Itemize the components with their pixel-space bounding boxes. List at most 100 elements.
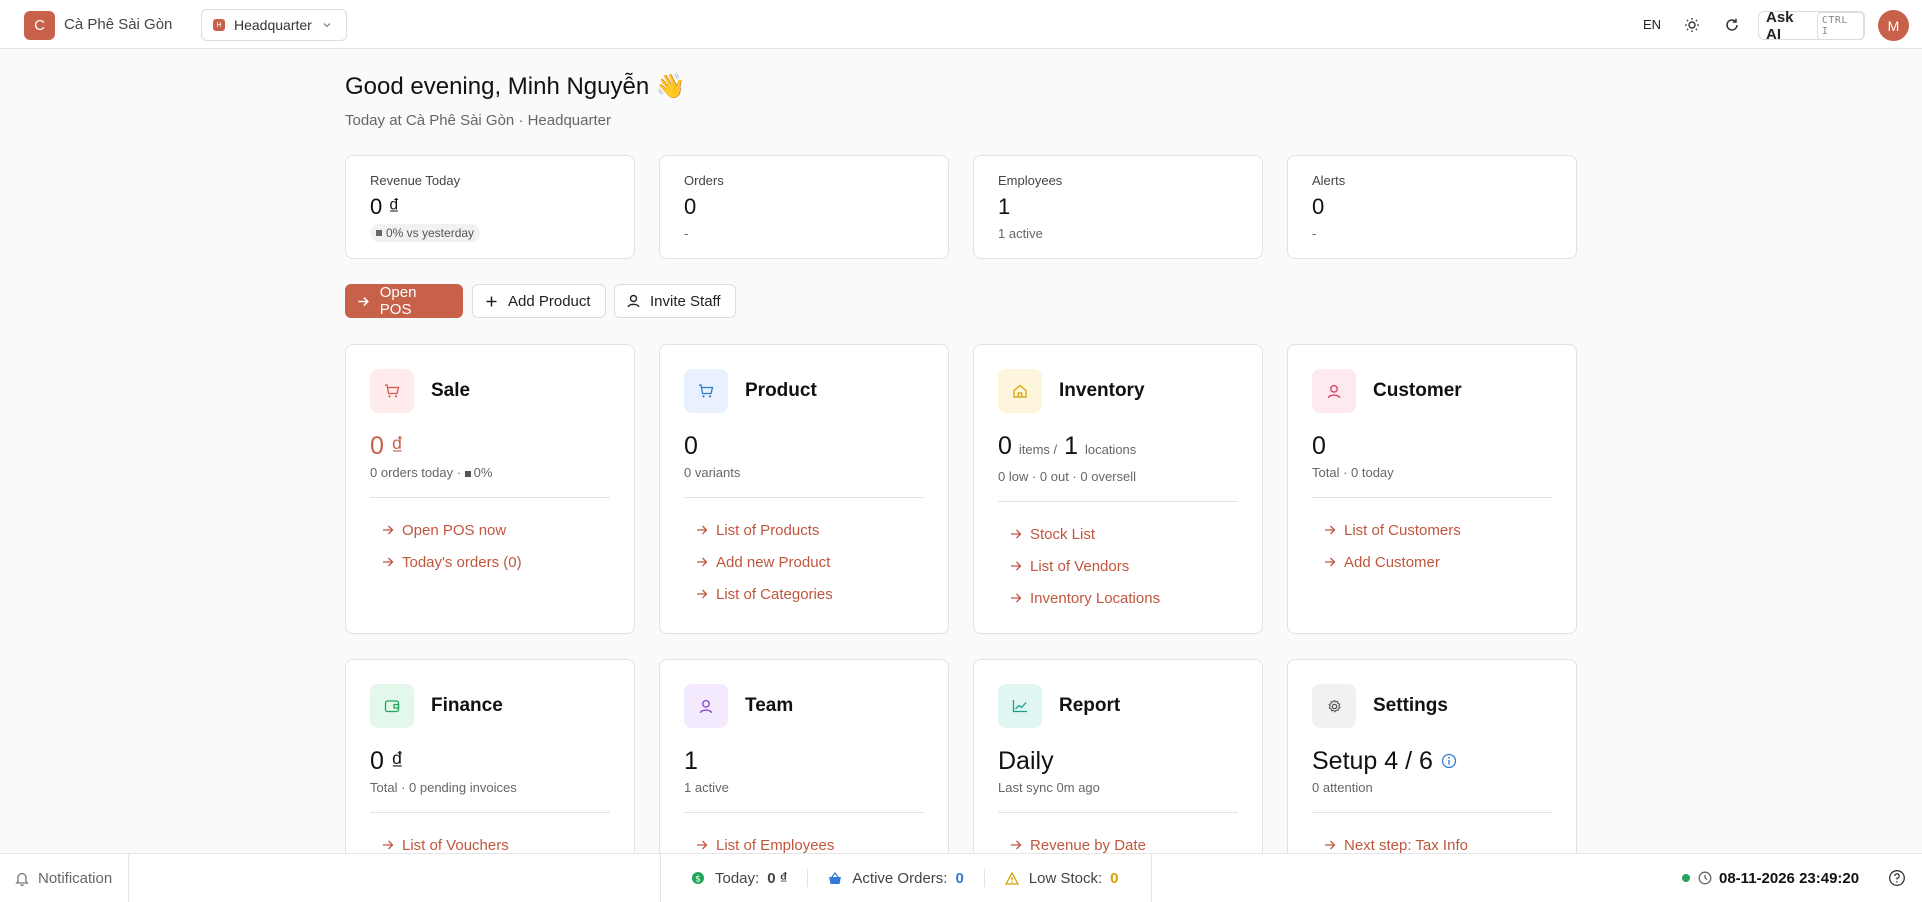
location-select[interactable]: H Headquarter <box>201 9 347 41</box>
wallet-icon <box>370 684 414 728</box>
cart-icon <box>684 369 728 413</box>
refresh-icon[interactable] <box>1721 14 1743 36</box>
dollar-icon: $ <box>692 872 704 884</box>
ask-ai-button[interactable]: Ask AI CTRL I <box>1758 8 1865 43</box>
link-todays-orders[interactable]: Today's orders (0) <box>370 546 610 578</box>
cart-icon <box>370 369 414 413</box>
today-label: Today: <box>715 869 760 887</box>
neutral-square-icon <box>464 471 471 477</box>
link-list-of-vendors[interactable]: List of Vendors <box>998 550 1238 582</box>
stat-card-revenue: Revenue Today 0 ₫ 0% vs yesterday <box>345 155 635 259</box>
module-value: 0 ₫ <box>370 747 404 775</box>
module-value: 0 <box>684 432 698 460</box>
divider <box>370 497 610 498</box>
neutral-square-icon <box>376 230 382 236</box>
active-orders-value: 0 <box>955 869 964 887</box>
module-card-report: Report Daily Last sync 0m ago Revenue by… <box>973 659 1263 854</box>
module-header: Customer <box>1312 369 1552 413</box>
link-stock-list[interactable]: Stock List <box>998 518 1238 550</box>
arrow-right-icon <box>1325 840 1336 850</box>
low-stock-value: 0 <box>1110 869 1119 887</box>
items-count: 0 <box>998 432 1012 460</box>
module-links: Open POS now Today's orders (0) <box>370 514 610 578</box>
module-links: List of Customers Add Customer <box>1312 514 1552 578</box>
ask-ai-shortcut: CTRL I <box>1816 11 1864 40</box>
module-links: Stock List List of Vendors Inventory Loc… <box>998 518 1238 614</box>
today-value: 0 ₫ <box>767 869 788 887</box>
link-open-pos-now[interactable]: Open POS now <box>370 514 610 546</box>
divider <box>370 812 610 813</box>
link-label: Stock List <box>1030 525 1096 543</box>
module-sub: 0 attention <box>1312 780 1373 795</box>
module-value: 0 <box>1312 432 1326 460</box>
open-pos-button[interactable]: Open POS <box>345 284 463 318</box>
module-sub: 0 low · 0 out · 0 oversell <box>998 469 1137 484</box>
link-label: List of Vendors <box>1030 557 1130 575</box>
arrow-right-icon <box>697 589 708 599</box>
avatar-initial: M <box>1887 17 1900 34</box>
info-icon[interactable] <box>1441 753 1457 769</box>
brand-logo[interactable]: C <box>24 11 55 40</box>
stat-value: 1 <box>998 194 1011 219</box>
arrow-right-icon <box>697 557 708 567</box>
link-add-customer[interactable]: Add Customer <box>1312 546 1552 578</box>
stat-label: Alerts <box>1312 173 1346 188</box>
arrow-right-icon <box>358 296 369 306</box>
setup-progress: Setup 4 / 6 <box>1312 747 1433 775</box>
module-title: Team <box>745 695 794 716</box>
low-stock-label: Low Stock: <box>1028 869 1103 887</box>
module-header: Settings <box>1312 684 1552 728</box>
link-list-of-categories[interactable]: List of Categories <box>684 578 924 610</box>
stat-label: Orders <box>684 173 724 188</box>
avatar[interactable]: M <box>1878 10 1909 41</box>
online-status-dot <box>1682 874 1690 882</box>
active-orders[interactable]: Active Orders: 0 <box>828 869 964 887</box>
link-add-new-product[interactable]: Add new Product <box>684 546 924 578</box>
module-value: Daily <box>998 747 1054 775</box>
invite-staff-button[interactable]: Invite Staff <box>614 284 736 318</box>
module-card-customer: Customer 0 Total · 0 today List of Custo… <box>1287 344 1577 634</box>
module-title: Sale <box>431 380 471 401</box>
link-inventory-locations[interactable]: Inventory Locations <box>998 582 1238 614</box>
module-card-settings: Settings Setup 4 / 6 0 attention Next st… <box>1287 659 1577 854</box>
language-switch[interactable]: EN <box>1643 17 1661 32</box>
arrow-right-icon <box>383 840 394 850</box>
ask-ai-label: Ask AI <box>1766 8 1794 43</box>
add-product-button[interactable]: Add Product <box>472 284 606 318</box>
link-label: List of Customers <box>1344 521 1461 539</box>
low-stock[interactable]: Low Stock: 0 <box>1004 869 1119 887</box>
module-value: 0 items / 1 locations <box>998 431 1238 465</box>
link-label: List of Products <box>716 521 820 539</box>
link-list-of-products[interactable]: List of Products <box>684 514 924 546</box>
arrow-right-icon <box>1011 593 1022 603</box>
link-list-of-customers[interactable]: List of Customers <box>1312 514 1552 546</box>
stat-value: 0 <box>684 194 697 219</box>
module-sub: Last sync 0m ago <box>998 780 1100 795</box>
link-label: Add Customer <box>1344 553 1440 571</box>
module-card-team: Team 1 1 active List of Employees <box>659 659 949 854</box>
invite-staff-label: Invite Staff <box>650 292 721 310</box>
divider <box>684 497 924 498</box>
locations-unit: locations <box>1084 442 1137 457</box>
help-icon[interactable] <box>1888 869 1906 887</box>
arrow-right-icon <box>1325 557 1336 567</box>
chart-icon <box>998 684 1042 728</box>
notification-label: Notification <box>38 869 113 887</box>
module-value: 0 ₫ <box>370 432 404 460</box>
module-card-inventory: Inventory 0 items / 1 locations 0 low · … <box>973 344 1263 634</box>
module-sub: 0 variants <box>684 465 741 480</box>
divider <box>1312 812 1552 813</box>
sun-icon[interactable] <box>1681 14 1703 36</box>
status-bar: Notification $ Today: 0 ₫ Active Orders:… <box>0 853 1922 902</box>
notification-button[interactable]: Notification <box>0 854 129 902</box>
open-pos-label: Open POS <box>379 284 417 318</box>
page-subtitle: Today at Cà Phê Sài Gòn · Headquarter <box>345 112 611 129</box>
link-label: List of Vouchers <box>402 836 509 854</box>
user-icon <box>684 684 728 728</box>
stat-label: Revenue Today <box>370 173 461 188</box>
top-bar: C Cà Phê Sài Gòn H Headquarter EN Ask AI… <box>0 0 1922 49</box>
brand-name[interactable]: Cà Phê Sài Gòn <box>64 16 172 33</box>
stat-value: 0 <box>1312 194 1325 219</box>
link-label: Next step: Tax Info <box>1344 836 1468 854</box>
module-sub: Total · 0 pending invoices <box>370 780 517 795</box>
